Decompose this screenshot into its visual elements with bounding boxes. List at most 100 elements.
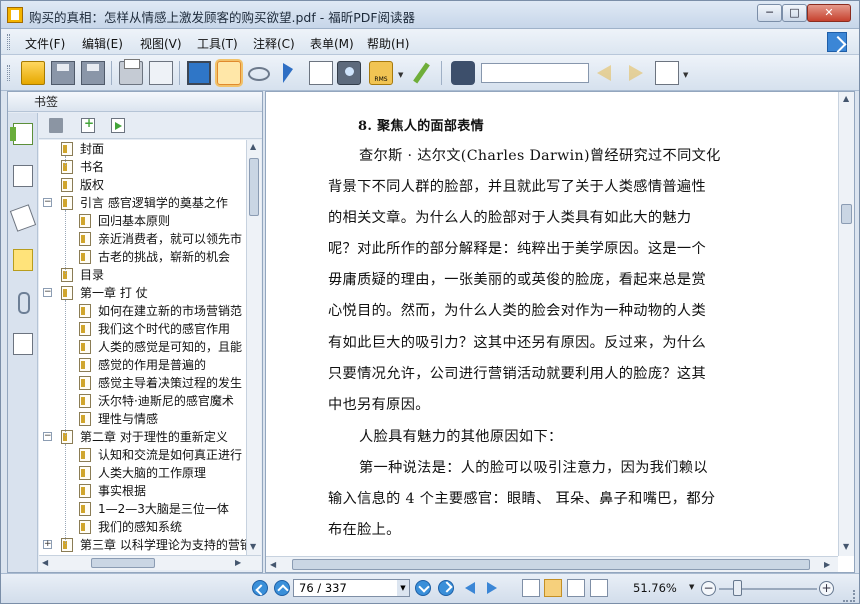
page-number-field[interactable]: 76 / 337 ▼ xyxy=(293,579,410,597)
bookmark-hscroll-thumb[interactable] xyxy=(91,558,155,568)
zoom-out-icon[interactable]: − xyxy=(701,581,716,596)
scroll-down-arrow-icon[interactable]: ▼ xyxy=(250,542,256,551)
save-icon[interactable] xyxy=(51,61,75,85)
previous-page-icon[interactable] xyxy=(274,580,290,596)
add-bookmark-icon[interactable] xyxy=(81,116,95,133)
restore-panel-icon[interactable] xyxy=(827,32,847,52)
collapse-toggle-icon[interactable]: − xyxy=(43,198,52,207)
find-next-icon[interactable] xyxy=(623,61,647,85)
expand-toggle-icon[interactable]: + xyxy=(43,540,52,549)
bookmark-item[interactable]: 沃尔特·迪斯尼的感官魔术 xyxy=(39,392,246,410)
document-horizontal-scrollbar[interactable]: ◀ ▶ xyxy=(266,556,838,572)
back-view-icon[interactable] xyxy=(465,582,475,594)
zoom-slider-thumb[interactable] xyxy=(733,580,742,596)
doc-scroll-left-arrow-icon[interactable]: ◀ xyxy=(270,560,276,569)
menu-file[interactable]: 文件(F) xyxy=(25,35,65,52)
first-page-icon[interactable] xyxy=(252,580,268,596)
bookmark-item[interactable]: 书名 xyxy=(39,158,246,176)
collapse-toggle-icon[interactable]: − xyxy=(43,432,52,441)
sheet-dropdown-arrow-icon[interactable]: ▼ xyxy=(683,71,688,79)
bookmark-item[interactable]: − 第一章 打 仗 xyxy=(39,284,246,302)
doc-scroll-up-arrow-icon[interactable]: ▲ xyxy=(843,94,849,103)
facing-view-icon[interactable] xyxy=(567,579,585,597)
menu-comments[interactable]: 注释(C) xyxy=(253,35,295,52)
page-dropdown-arrow-icon[interactable]: ▼ xyxy=(397,580,409,596)
resize-grip-icon[interactable] xyxy=(843,590,855,602)
bookmark-item[interactable]: 人类大脑的工作原理 xyxy=(39,464,246,482)
bookmarks-tab-icon[interactable] xyxy=(10,123,33,145)
add-child-bookmark-icon[interactable] xyxy=(111,118,125,133)
bookmark-item[interactable]: 古老的挑战，崭新的机会 xyxy=(39,248,246,266)
close-button[interactable]: ✕ xyxy=(807,4,851,22)
bookmark-item[interactable]: 回归基本原则 xyxy=(39,212,246,230)
hand-tool-icon[interactable] xyxy=(217,61,241,85)
menu-help[interactable]: 帮助(H) xyxy=(367,35,409,52)
bookmark-item[interactable]: 事实根据 xyxy=(39,482,246,500)
comments-tab-icon[interactable] xyxy=(13,249,33,271)
document-view[interactable]: 8. 聚焦人的面部表情 查尔斯 · 达尔文(Charles Darwin)曾经研… xyxy=(265,91,855,573)
select-arrow-icon[interactable] xyxy=(277,61,301,85)
bookmark-item[interactable]: 理性与情感 xyxy=(39,410,246,428)
bookmark-item[interactable]: − 第二章 对于理性的重新定义 xyxy=(39,428,246,446)
bookmark-item[interactable]: 我们的感知系统 xyxy=(39,518,246,536)
bookmark-horizontal-scrollbar[interactable]: ◀ ▶ xyxy=(39,555,261,570)
zoom-level[interactable]: 51.76% xyxy=(633,581,677,595)
bookmark-scroll-thumb[interactable] xyxy=(249,158,259,216)
attachments-tab-icon[interactable] xyxy=(13,291,33,314)
bookmark-item[interactable]: − 引言 感官逻辑学的奠基之作 xyxy=(39,194,246,212)
bookmark-item[interactable]: 感觉的作用是普遍的 xyxy=(39,356,246,374)
document-scroll-thumb[interactable] xyxy=(841,204,852,224)
toolbar-grip-icon[interactable] xyxy=(7,65,10,81)
bookmark-item[interactable]: 亲近消费者，就可以领先市 xyxy=(39,230,246,248)
loupe-icon[interactable] xyxy=(248,67,270,81)
save-all-icon[interactable] xyxy=(81,61,105,85)
binoculars-search-icon[interactable] xyxy=(451,61,475,85)
properties-icon[interactable] xyxy=(149,61,173,85)
bookmark-item[interactable]: 版权 xyxy=(39,176,246,194)
bookmark-item[interactable]: 如何在建立新的市场营销范 xyxy=(39,302,246,320)
open-folder-icon[interactable] xyxy=(21,61,45,85)
bookmark-item[interactable]: 封面 xyxy=(39,140,246,158)
rms-lock-icon[interactable]: RMS xyxy=(369,61,393,85)
search-input[interactable] xyxy=(481,63,589,83)
scroll-left-arrow-icon[interactable]: ◀ xyxy=(42,558,48,567)
pages-tab-icon[interactable] xyxy=(13,165,33,187)
maximize-button[interactable]: □ xyxy=(782,4,807,22)
continuous-facing-view-icon[interactable] xyxy=(590,579,608,597)
last-page-icon[interactable] xyxy=(438,580,454,596)
print-icon[interactable] xyxy=(119,59,143,85)
bookmark-item[interactable]: 我们这个时代的感官作用 xyxy=(39,320,246,338)
continuous-view-icon[interactable] xyxy=(544,579,562,597)
next-page-icon[interactable] xyxy=(415,580,431,596)
bookmark-item[interactable]: 目录 xyxy=(39,266,246,284)
zoom-in-icon[interactable]: + xyxy=(819,581,834,596)
single-page-view-icon[interactable] xyxy=(522,579,540,597)
menu-forms[interactable]: 表单(M) xyxy=(310,35,354,52)
bookmark-item[interactable]: + 第三章 以科学理论为支持的营销 xyxy=(39,536,246,554)
doc-scroll-down-arrow-icon[interactable]: ▼ xyxy=(843,542,849,551)
text-select-icon[interactable] xyxy=(309,61,333,85)
menu-grip-icon[interactable] xyxy=(7,34,10,50)
rms-dropdown-arrow-icon[interactable]: ▼ xyxy=(398,71,403,79)
minimize-button[interactable]: ─ xyxy=(757,4,782,22)
layers-tab-icon[interactable] xyxy=(9,204,37,232)
bookmark-item[interactable]: 认知和交流是如何真正进行 xyxy=(39,446,246,464)
fullscreen-icon[interactable] xyxy=(187,61,211,85)
bookmark-item[interactable]: 人类的感觉是可知的，且能 xyxy=(39,338,246,356)
menu-edit[interactable]: 编辑(E) xyxy=(82,35,123,52)
sign-pen-icon[interactable] xyxy=(409,61,433,85)
doc-scroll-right-arrow-icon[interactable]: ▶ xyxy=(824,560,830,569)
document-vertical-scrollbar[interactable]: ▲ ▼ xyxy=(838,92,854,556)
sheet-select-icon[interactable] xyxy=(655,61,679,85)
delete-bookmark-icon[interactable] xyxy=(49,118,63,133)
bookmark-item[interactable]: 感觉主导着决策过程的发生 xyxy=(39,374,246,392)
forward-view-icon[interactable] xyxy=(487,582,497,594)
bookmark-item[interactable]: 1—2—3大脑是三位一体 xyxy=(39,500,246,518)
pdf-page[interactable]: 8. 聚焦人的面部表情 查尔斯 · 达尔文(Charles Darwin)曾经研… xyxy=(266,92,838,556)
bookmark-vertical-scrollbar[interactable]: ▲ ▼ xyxy=(246,140,261,555)
menu-tools[interactable]: 工具(T) xyxy=(197,35,238,52)
collapse-toggle-icon[interactable]: − xyxy=(43,288,52,297)
find-prev-icon[interactable] xyxy=(593,61,617,85)
snapshot-camera-icon[interactable] xyxy=(337,61,361,85)
signatures-tab-icon[interactable] xyxy=(13,333,33,355)
